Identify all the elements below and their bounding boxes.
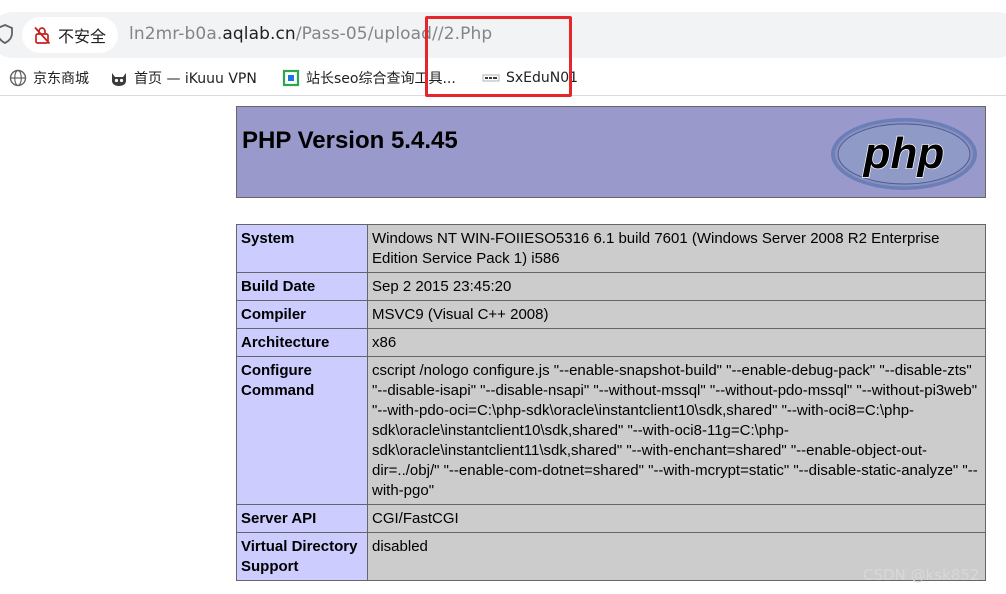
page-title: PHP Version 5.4.45 [242,127,458,154]
info-table: System Windows NT WIN-FOIIESO5316 6.1 bu… [236,224,986,581]
bookmark-ikuuu[interactable]: 首页 — iKuuu VPN [110,66,257,90]
watermark: CSDN @ksk852 [863,566,980,584]
seo-icon [282,69,300,87]
bookmark-jd[interactable]: 京东商城 [9,66,89,90]
url-path: /Pass-05/upload/ [295,24,438,44]
phpinfo-header: PHP Version 5.4.45 php [236,106,986,198]
phpinfo-page: PHP Version 5.4.45 php System Windows NT… [236,106,986,581]
table-row: Configure Command cscript /nologo config… [236,356,986,505]
row-key: Server API [236,504,368,533]
table-row: System Windows NT WIN-FOIIESO5316 6.1 bu… [236,224,986,273]
site-security-chip[interactable]: 不安全 [22,17,118,53]
row-value: Windows NT WIN-FOIIESO5316 6.1 build 760… [367,224,986,273]
row-value: x86 [367,328,986,357]
row-key: Configure Command [236,356,368,505]
bookmark-label: 京东商城 [33,71,89,87]
row-key: Build Date [236,272,368,301]
shield-icon[interactable] [0,24,14,44]
highlight-box [425,16,572,97]
row-value: CGI/FastCGI [367,504,986,533]
not-secure-label: 不安全 [58,27,107,46]
row-key: Virtual Directory Support [236,532,368,581]
php-logo[interactable]: php [829,116,979,192]
row-value: cscript /nologo configure.js "--enable-s… [367,356,986,505]
cat-icon [112,73,126,86]
row-key: System [236,224,368,273]
table-row: Compiler MSVC9 (Visual C++ 2008) [236,300,986,329]
not-secure-lock-icon [34,26,51,45]
row-value: MSVC9 (Visual C++ 2008) [367,300,986,329]
row-key: Architecture [236,328,368,357]
globe-icon [9,69,27,87]
row-key: Compiler [236,300,368,329]
bookmark-label: 首页 — iKuuu VPN [134,71,257,87]
table-row: Server API CGI/FastCGI [236,504,986,533]
url-prefix: ln2mr-b0a. [129,24,223,44]
row-value: Sep 2 2015 23:45:20 [367,272,986,301]
php-logo-text: php [863,129,945,178]
url-host: aqlab.cn [222,24,296,44]
table-row: Architecture x86 [236,328,986,357]
table-row: Build Date Sep 2 2015 23:45:20 [236,272,986,301]
